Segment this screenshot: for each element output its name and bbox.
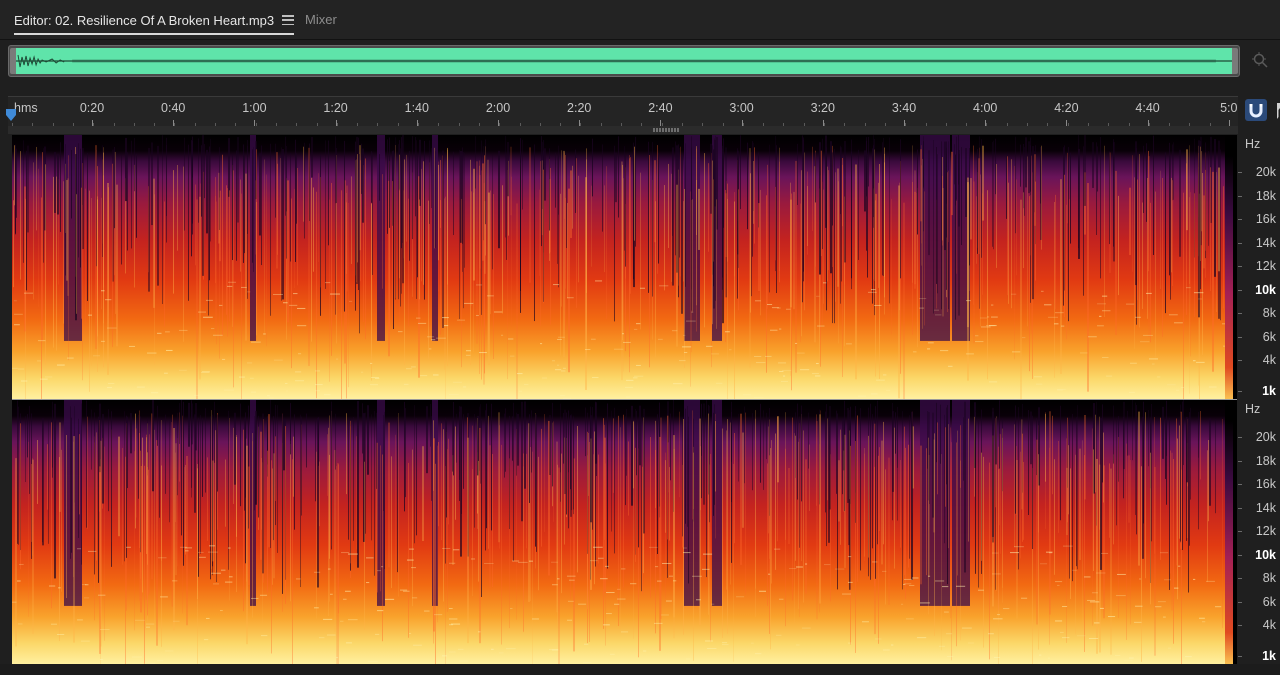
frequency-tick-mark	[1238, 601, 1242, 603]
frequency-tick-mark	[1238, 195, 1242, 197]
panel-tab-bar: Editor: 02. Resilience Of A Broken Heart…	[0, 0, 1280, 40]
time-tick-label: 3:20	[810, 101, 835, 115]
frequency-tick-mark	[1238, 531, 1242, 533]
time-tick-label: 3:00	[729, 101, 754, 115]
frequency-tick-label: 12k	[1255, 524, 1276, 539]
frequency-tick-mark	[1238, 460, 1242, 462]
frequency-tick-label: 12k	[1255, 259, 1276, 274]
frequency-tick-mark	[1238, 578, 1242, 580]
time-tick-label: 1:00	[242, 101, 267, 115]
spectrogram-channel-left[interactable]	[12, 135, 1237, 399]
bottom-edge	[0, 664, 1280, 675]
frequency-tick-mark	[1238, 656, 1242, 657]
hamburger-menu-icon[interactable]	[282, 15, 295, 25]
frequency-tick-label: 4k	[1262, 353, 1276, 368]
frequency-axis-left[interactable]: Hz 20k 18k 16k 14k 12k 10k 8k 6k 4k 1k	[1238, 135, 1280, 399]
time-tick-label: 0:20	[79, 101, 105, 115]
time-tick-label: 4:20	[1054, 101, 1079, 115]
frequency-tick-mark	[1238, 266, 1242, 268]
frequency-tick-label: 10k	[1255, 547, 1276, 562]
frequency-tick-mark	[1238, 625, 1242, 627]
snap-toggle-button[interactable]	[1245, 99, 1267, 121]
frequency-tick-mark	[1238, 336, 1242, 338]
zoom-to-selection-icon[interactable]	[1250, 50, 1270, 70]
overview-waveform[interactable]	[12, 48, 1236, 74]
time-tick-label: 1:40	[404, 101, 429, 115]
overview-handle-right[interactable]	[1232, 48, 1238, 74]
time-ruler[interactable]: hms 0:20 0:40 1:00 1:20 1:40 2:00 2:20 2:40 3:00…	[8, 96, 1238, 126]
frequency-tick-label: 8k	[1262, 571, 1276, 586]
frequency-tick-mark	[1238, 360, 1242, 362]
frequency-tick-label: 14k	[1255, 235, 1276, 250]
frequency-tick-label: 6k	[1262, 594, 1276, 609]
splitter-grip-icon[interactable]	[653, 128, 679, 132]
time-tick-label: 0:40	[161, 101, 186, 115]
frequency-tick-label: 16k	[1255, 477, 1276, 492]
frequency-tick-mark	[1238, 391, 1242, 392]
frequency-tick-label: 20k	[1255, 165, 1276, 180]
frequency-tick-label: 18k	[1255, 188, 1276, 203]
spectrogram-channel-right[interactable]	[12, 400, 1237, 664]
ruler-splitter[interactable]	[8, 126, 1238, 134]
frequency-tick-mark	[1238, 289, 1242, 291]
frequency-axis-right[interactable]: Hz 20k 18k 16k 14k 12k 10k 8k 6k 4k 1k	[1238, 400, 1280, 664]
marker-tool-icon[interactable]	[1271, 100, 1280, 120]
frequency-tick-mark	[1238, 437, 1242, 439]
time-tick-label: 2:20	[567, 101, 592, 115]
overview-waveform-line	[12, 54, 1236, 68]
time-tick-label: 4:40	[1135, 101, 1160, 115]
frequency-tick-label: 14k	[1255, 500, 1276, 515]
frequency-tick-mark	[1238, 554, 1242, 556]
active-tab-underline	[14, 33, 295, 35]
frequency-tick-mark	[1238, 242, 1242, 244]
frequency-tick-mark	[1238, 507, 1242, 509]
frequency-tick-label: 20k	[1255, 430, 1276, 445]
tab-editor[interactable]: Editor: 02. Resilience Of A Broken Heart…	[8, 6, 300, 35]
overview-handle-left[interactable]	[10, 48, 16, 74]
frequency-tick-label: 4k	[1262, 618, 1276, 633]
frequency-unit-label: Hz	[1245, 137, 1261, 151]
frequency-tick-label: 18k	[1255, 453, 1276, 468]
frequency-tick-label: 10k	[1255, 282, 1276, 297]
magnet-snap-icon	[1249, 104, 1263, 118]
time-format-label: hms	[14, 101, 38, 115]
frequency-tick-mark	[1238, 219, 1242, 221]
time-tick-label: 1:20	[323, 101, 348, 115]
tab-editor-label: Editor: 02. Resilience Of A Broken Heart…	[14, 12, 275, 28]
time-tick-label: 4:00	[973, 101, 998, 115]
spectrogram-texture	[12, 400, 1223, 664]
spectrogram-texture	[12, 135, 1229, 399]
playhead-marker-icon[interactable]	[5, 108, 17, 122]
frequency-tick-label: 1k	[1262, 384, 1276, 398]
time-tick-label: 2:40	[648, 101, 673, 115]
time-tick-label: 5:0	[1220, 101, 1238, 115]
time-tick-label: 2:00	[485, 101, 511, 115]
frequency-tick-label: 1k	[1262, 649, 1276, 663]
frequency-unit-label: Hz	[1245, 402, 1261, 416]
time-tick-label: 3:40	[891, 101, 917, 115]
overview-navigator[interactable]	[8, 45, 1240, 77]
tab-mixer[interactable]: Mixer	[305, 12, 337, 27]
frequency-tick-label: 16k	[1255, 212, 1276, 227]
frequency-tick-label: 6k	[1262, 329, 1276, 344]
frequency-tick-mark	[1238, 172, 1242, 174]
frequency-tick-label: 8k	[1262, 306, 1276, 321]
frequency-tick-mark	[1238, 484, 1242, 486]
frequency-tick-mark	[1238, 313, 1242, 315]
